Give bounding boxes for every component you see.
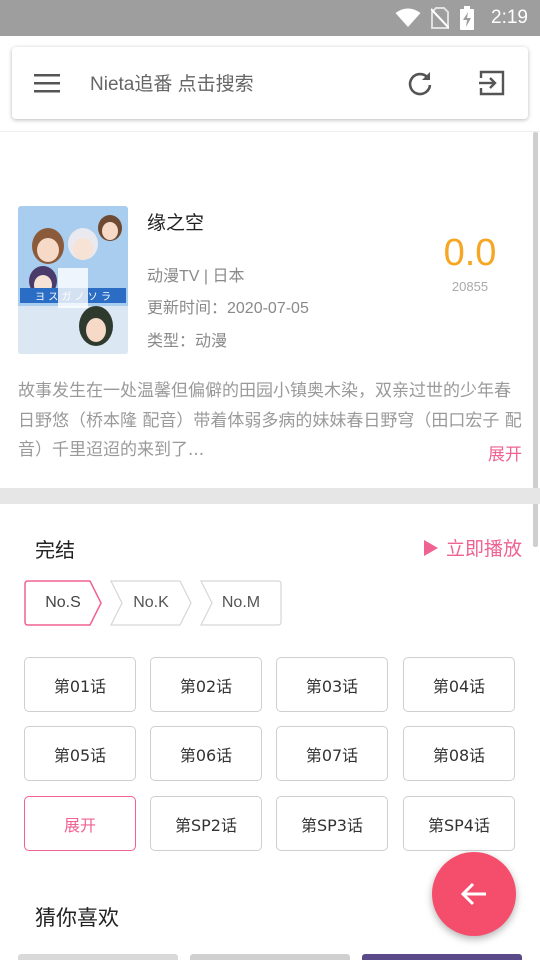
episode-button[interactable]: 第04话 xyxy=(403,657,515,712)
recommend-title: 猜你喜欢 xyxy=(35,906,119,930)
expand-episodes-button[interactable]: 展开 xyxy=(24,796,136,851)
anime-type: 类型：动漫 xyxy=(147,333,228,350)
anime-votes: 20855 xyxy=(451,279,489,294)
section-divider xyxy=(0,488,540,504)
status-bar: 2:19 xyxy=(0,0,540,36)
episode-button[interactable]: 第06话 xyxy=(150,726,262,781)
expand-description-button[interactable]: 展开 xyxy=(488,440,522,465)
anime-updated: 更新时间：2020-07-05 xyxy=(147,300,309,317)
recommend-card[interactable] xyxy=(362,954,522,960)
play-now-label: 立即播放 xyxy=(445,538,522,560)
no-sim-icon xyxy=(431,7,450,29)
scrollbar[interactable] xyxy=(533,132,538,547)
play-icon xyxy=(423,539,438,556)
episode-button[interactable]: 第07话 xyxy=(276,726,388,781)
episode-button[interactable]: 第08话 xyxy=(403,726,515,781)
source-tab-k[interactable]: No.K xyxy=(110,580,192,626)
anime-score: 0.0 xyxy=(443,232,497,274)
menu-icon[interactable] xyxy=(34,71,60,95)
battery-charging-icon xyxy=(460,6,475,30)
anime-title: 缘之空 xyxy=(147,212,205,234)
exit-icon[interactable] xyxy=(478,69,506,97)
source-tab-s[interactable]: No.S xyxy=(24,580,102,626)
wifi-icon xyxy=(395,8,421,27)
episode-button[interactable]: 第05话 xyxy=(24,726,136,781)
recommend-card[interactable] xyxy=(190,954,350,960)
play-now-button[interactable]: 立即播放 xyxy=(423,534,522,561)
refresh-icon[interactable] xyxy=(406,69,434,97)
search-bar[interactable]: Nieta追番 点击搜索 xyxy=(12,47,528,119)
arrow-left-icon xyxy=(460,882,486,906)
episode-button[interactable]: 第SP2话 xyxy=(150,796,262,851)
header-divider xyxy=(0,131,540,132)
episode-button[interactable]: 第03话 xyxy=(276,657,388,712)
anime-category: 动漫TV | 日本 xyxy=(147,268,245,285)
episode-button[interactable]: 第02话 xyxy=(150,657,262,712)
recommend-card[interactable] xyxy=(18,954,178,960)
episode-button[interactable]: 第SP3话 xyxy=(276,796,388,851)
status-time: 2:19 xyxy=(491,7,528,28)
episode-button[interactable]: 第SP4话 xyxy=(403,796,515,851)
anime-description: 故事发生在一处温馨但偏僻的田园小镇奥木染，双亲过世的少年春日野悠（桥本隆 配音）… xyxy=(18,381,522,460)
episode-button[interactable]: 第01话 xyxy=(24,657,136,712)
back-fab-button[interactable] xyxy=(432,852,516,936)
source-tab-m[interactable]: No.M xyxy=(200,580,282,626)
anime-poster[interactable]: ヨ ス ガ ノ ソ ラ xyxy=(18,206,128,354)
completion-status: 完结 xyxy=(35,538,75,562)
search-input[interactable]: Nieta追番 点击搜索 xyxy=(90,69,254,96)
